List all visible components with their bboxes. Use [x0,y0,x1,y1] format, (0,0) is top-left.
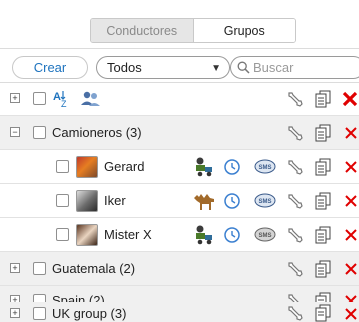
delete-icon[interactable] [344,160,358,174]
delete-icon[interactable] [344,228,358,242]
search-input[interactable]: Buscar [230,56,359,79]
expand-toggle[interactable]: + [10,308,20,318]
group-checkbox[interactable] [33,126,46,139]
search-placeholder: Buscar [253,60,294,75]
svg-text:Z: Z [61,99,67,109]
create-button[interactable]: Crear [12,56,88,79]
expand-all-toggle[interactable]: + [10,93,20,103]
expand-toggle[interactable]: + [10,263,20,273]
group-row[interactable]: + Guatemala (2) [0,252,359,286]
wrench-icon[interactable] [285,304,305,322]
delete-icon[interactable] [344,307,358,321]
svg-text:A: A [53,91,61,103]
wrench-icon[interactable] [285,157,305,177]
filter-select-value: Todos [107,60,142,75]
delete-icon[interactable] [344,194,358,208]
group-checkbox[interactable] [33,262,46,275]
tab-conductores[interactable]: Conductores [91,19,194,42]
copy-icon[interactable] [314,225,332,245]
svg-text:SMS: SMS [258,165,271,171]
group-name: UK group (3) [52,306,127,321]
copy-icon[interactable] [314,89,332,109]
group-name: Guatemala (2) [52,261,136,276]
driver-checkbox[interactable] [56,194,69,207]
truck-with-person-icon [193,156,217,178]
driver-row[interactable]: Gerard SMS [0,150,359,184]
sms-icon[interactable]: SMS [254,226,276,244]
driver-name: Iker [104,193,126,208]
wrench-icon[interactable] [285,123,305,143]
avatar [76,156,98,178]
wrench-icon[interactable] [285,191,305,211]
group-checkbox[interactable] [33,307,46,320]
delete-all-icon[interactable] [341,90,359,108]
tab-grupos[interactable]: Grupos [193,19,295,42]
copy-icon[interactable] [314,157,332,177]
collapse-toggle[interactable]: − [10,127,20,137]
svg-text:SMS: SMS [258,199,271,205]
search-icon [237,61,250,74]
sort-az-icon[interactable]: A Z [52,88,72,110]
wrench-icon[interactable] [285,89,305,109]
copy-icon[interactable] [314,259,332,279]
driver-checkbox[interactable] [56,160,69,173]
avatar [76,224,98,246]
select-all-checkbox[interactable] [33,92,46,105]
group-row[interactable]: − Camioneros (3) [0,116,359,150]
sms-icon[interactable]: SMS [254,192,276,210]
clock-icon[interactable] [223,192,241,210]
svg-text:SMS: SMS [258,233,271,239]
group-people-icon[interactable] [80,88,102,110]
driver-checkbox[interactable] [56,228,69,241]
clock-icon[interactable] [223,158,241,176]
sms-icon[interactable]: SMS [254,158,276,176]
group-row[interactable]: + UK group (3) [0,302,359,322]
delete-icon[interactable] [344,262,358,276]
copy-icon[interactable] [314,304,332,322]
wrench-icon[interactable] [285,225,305,245]
header-row: + A Z [0,82,359,116]
driver-name: Gerard [104,159,145,174]
delete-icon[interactable] [344,126,358,140]
tab-bar: Conductores Grupos [90,18,296,43]
copy-icon[interactable] [314,191,332,211]
driver-name: Mister X [104,227,152,242]
avatar [76,190,98,212]
filter-select[interactable]: Todos ▼ [96,56,230,79]
copy-icon[interactable] [314,123,332,143]
wrench-icon[interactable] [285,259,305,279]
driver-row[interactable]: Mister X SMS [0,218,359,252]
divider [0,48,359,49]
camel-icon [192,190,218,212]
group-name: Camioneros (3) [52,125,142,140]
driver-row[interactable]: Iker SMS [0,184,359,218]
chevron-down-icon: ▼ [211,63,221,74]
truck-with-person-icon [193,224,217,246]
clock-icon[interactable] [223,226,241,244]
